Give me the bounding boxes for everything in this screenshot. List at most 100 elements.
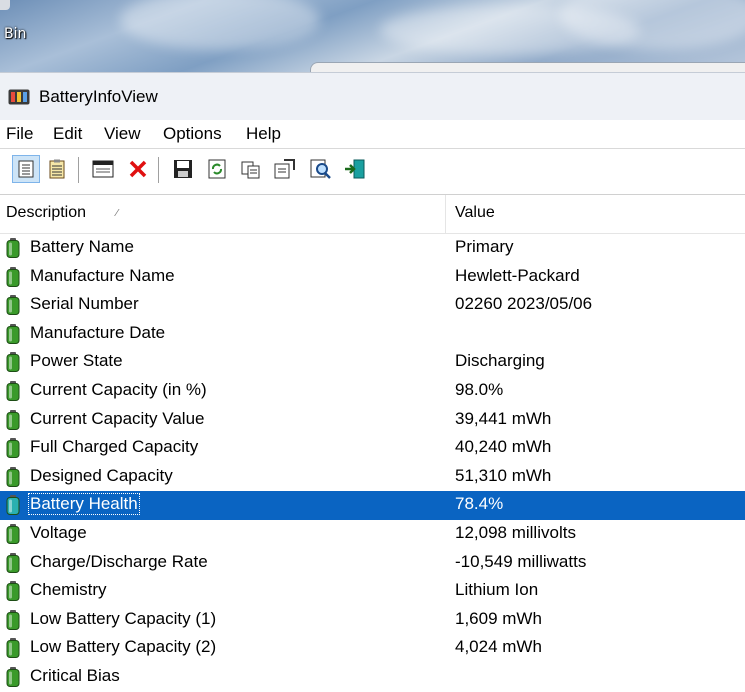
save-button[interactable] — [172, 158, 194, 180]
row-description: Battery Health — [28, 493, 140, 516]
window-icon — [92, 160, 114, 178]
window-title: BatteryInfoView — [39, 87, 158, 106]
battery-icon — [6, 638, 20, 659]
battery-icon — [6, 524, 20, 544]
menu-edit[interactable]: Edit — [53, 124, 82, 144]
column-header-value[interactable]: Value — [455, 204, 495, 222]
battery-icon — [6, 667, 20, 687]
exit-icon — [345, 159, 365, 179]
battery-icon — [6, 266, 20, 287]
toolbar — [0, 148, 745, 195]
row-value: Lithium Ion — [455, 580, 539, 600]
table-row[interactable]: Designed Capacity 51,310 mWh — [0, 463, 745, 492]
row-description: Current Capacity Value — [30, 408, 205, 428]
row-description: Battery Name — [30, 237, 134, 256]
table-row[interactable]: Low Battery Capacity (1) 1,609 mWh — [0, 606, 745, 635]
row-description: Manufacture Name — [30, 265, 175, 285]
row-description: Voltage — [30, 523, 87, 542]
row-description: Low Battery Capacity (1) — [30, 608, 217, 628]
table-row[interactable]: Battery Name Primary — [0, 234, 745, 263]
toolbar-separator — [158, 157, 159, 183]
table-row[interactable]: Manufacture Date — [0, 320, 745, 349]
battery-icon — [6, 238, 20, 258]
delete-x-icon — [129, 160, 147, 178]
menu-file[interactable]: File — [6, 124, 33, 144]
row-value: 1,609 mWh — [455, 608, 542, 628]
find-button[interactable] — [310, 158, 332, 180]
battery-info-list[interactable]: Description ⁄ Value Battery Name Primary M… — [0, 194, 745, 692]
toolbar-separator — [78, 157, 79, 183]
row-value: -10,549 milliwatts — [455, 551, 587, 571]
column-divider[interactable] — [445, 195, 446, 233]
refresh-icon — [208, 159, 226, 179]
copy-button[interactable] — [240, 158, 262, 180]
row-description: Power State — [30, 351, 123, 371]
column-header-description[interactable]: Description — [6, 204, 86, 222]
sort-indicator-icon: ⁄ — [116, 208, 118, 219]
battery-icon — [6, 381, 20, 401]
table-row[interactable]: Charge/Discharge Rate -10,549 milliwatts — [0, 549, 745, 578]
table-row[interactable]: Full Charged Capacity 40,240 mWh — [0, 434, 745, 463]
table-row[interactable]: Chemistry Lithium Ion — [0, 577, 745, 606]
row-value: 4,024 mWh — [455, 637, 542, 657]
properties-icon — [274, 159, 295, 179]
row-description: Full Charged Capacity — [30, 437, 199, 457]
table-row[interactable]: Current Capacity Value 39,441 mWh — [0, 406, 745, 435]
row-description: Current Capacity (in %) — [30, 380, 207, 399]
row-description: Chemistry — [30, 580, 107, 600]
menu-bar: File Edit View Options Help — [0, 120, 745, 148]
menu-options[interactable]: Options — [163, 124, 222, 144]
row-value: 98.0% — [455, 380, 504, 399]
battery-icon — [6, 466, 20, 487]
row-value: 51,310 mWh — [455, 465, 552, 485]
battery-icon — [6, 552, 20, 573]
copy-icon — [241, 161, 260, 179]
clipboard-list-icon — [49, 159, 65, 179]
menu-view[interactable]: View — [104, 124, 141, 144]
battery-icon — [6, 609, 20, 630]
row-value: 78.4% — [455, 494, 504, 514]
table-row[interactable]: Battery Health 78.4% — [0, 491, 745, 520]
find-icon — [310, 159, 331, 179]
row-value: 40,240 mWh — [455, 437, 552, 457]
list-header: Description ⁄ Value — [0, 195, 745, 234]
row-description: Serial Number — [30, 294, 139, 314]
table-row[interactable]: Power State Discharging — [0, 348, 745, 377]
table-row[interactable]: Critical Bias — [0, 663, 745, 692]
battery-icon — [6, 323, 20, 344]
refresh-button[interactable] — [206, 158, 228, 180]
battery-app-icon — [8, 89, 30, 105]
recycle-bin-icon[interactable] — [0, 0, 10, 10]
clipboard-list-button[interactable] — [46, 158, 68, 180]
battery-icon — [6, 581, 20, 602]
battery-icon — [6, 409, 20, 430]
table-row[interactable]: Low Battery Capacity (2) 4,024 mWh — [0, 634, 745, 663]
save-disk-icon — [174, 160, 192, 178]
properties-view-icon — [18, 160, 34, 178]
table-row[interactable]: Current Capacity (in %) 98.0% — [0, 377, 745, 406]
title-bar[interactable]: BatteryInfoView — [0, 72, 745, 121]
battery-icon — [6, 295, 20, 316]
delete-button[interactable] — [127, 158, 149, 180]
row-description: Manufacture Date — [30, 322, 166, 342]
battery-icon — [6, 352, 20, 373]
row-value: 12,098 millivolts — [455, 523, 576, 542]
battery-icon — [6, 438, 20, 459]
row-description: Low Battery Capacity (2) — [30, 637, 217, 657]
table-row[interactable]: Serial Number 02260 2023/05/06 — [0, 291, 745, 320]
row-value: 02260 2023/05/06 — [455, 294, 593, 314]
row-value: Hewlett-Packard — [455, 265, 580, 285]
table-row[interactable]: Manufacture Name Hewlett-Packard — [0, 263, 745, 292]
table-row[interactable]: Voltage 12,098 millivolts — [0, 520, 745, 549]
row-value: Primary — [455, 237, 514, 256]
properties-button[interactable] — [274, 158, 296, 180]
row-description: Critical Bias — [30, 666, 120, 685]
exit-button[interactable] — [344, 158, 366, 180]
battery-icon — [6, 495, 20, 516]
recycle-bin-label[interactable]: Bin — [4, 26, 26, 42]
html-report-button[interactable] — [92, 158, 114, 180]
row-description: Charge/Discharge Rate — [30, 551, 208, 571]
row-value: Discharging — [455, 351, 545, 371]
properties-view-button[interactable] — [12, 155, 40, 183]
menu-help[interactable]: Help — [246, 124, 281, 144]
